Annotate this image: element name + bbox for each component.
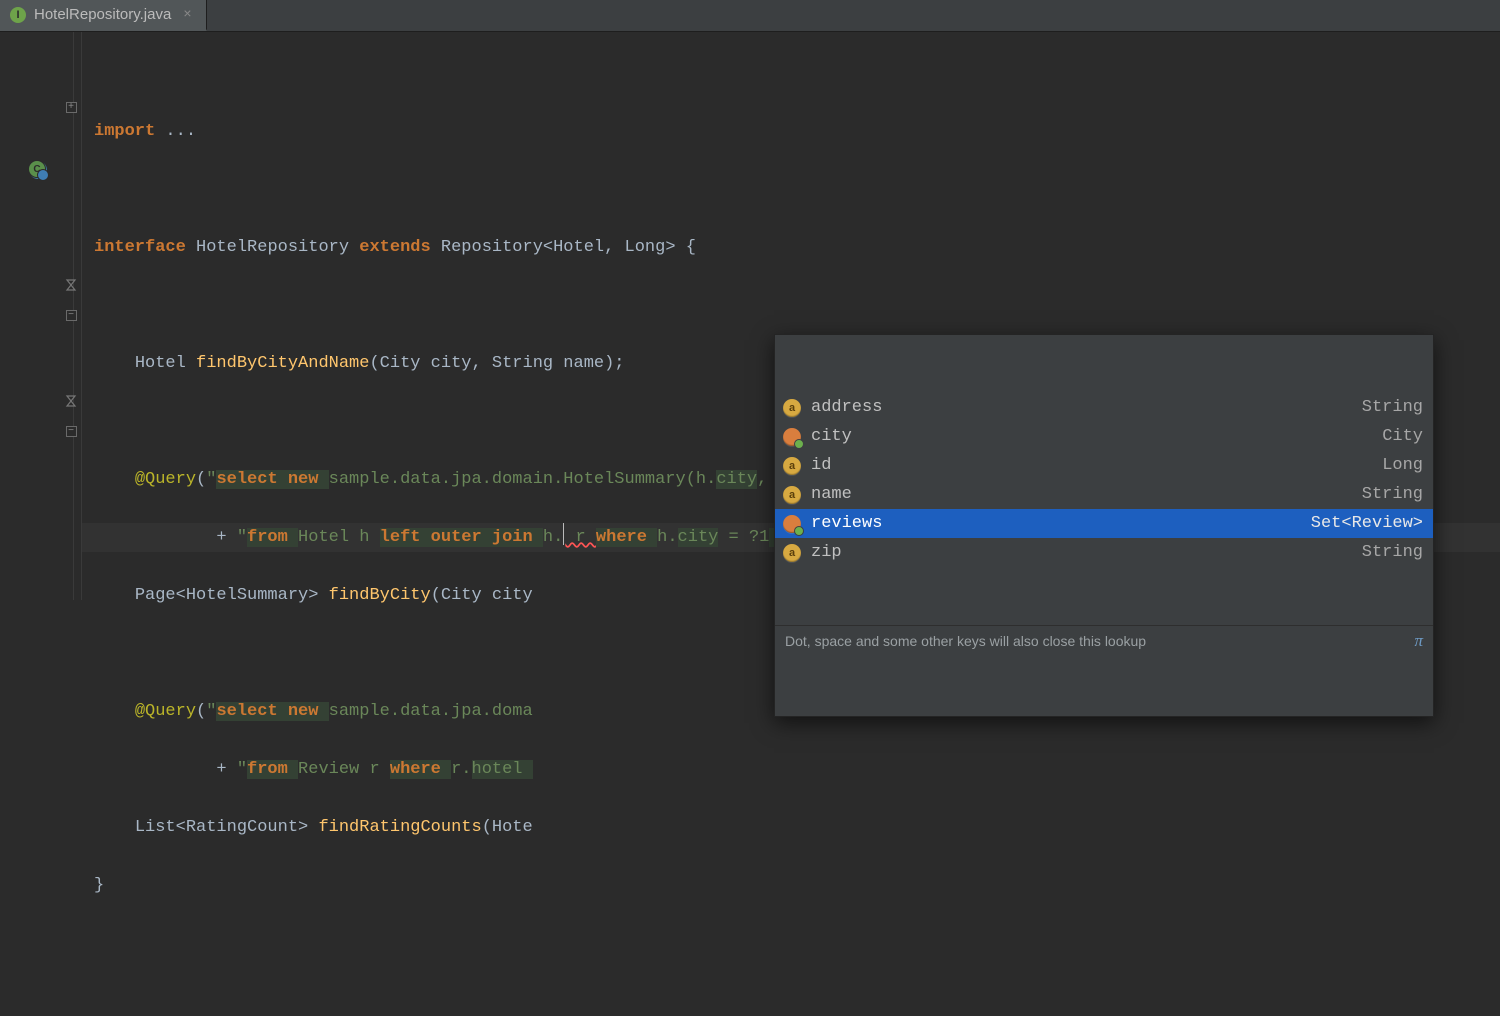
quote: " [237,528,247,547]
params: (Hote [482,818,533,837]
ellipsis: ... [165,122,196,141]
attribute-icon: a [783,544,801,562]
jpql-text: sample.data.jpa.doma [329,702,533,721]
close-brace: } [82,871,1500,900]
close-icon[interactable]: × [183,7,191,23]
tab-filename: HotelRepository.java [34,6,171,23]
completion-type: String [1362,480,1423,509]
concat: + [216,760,236,779]
attribute-icon: a [783,399,801,417]
completion-label: city [811,422,852,451]
return-type: List<RatingCount> [135,818,319,837]
jpql-text: r. [451,760,471,779]
concat: + [216,528,236,547]
jpql-text: = ? [718,528,759,547]
completion-label: id [811,451,831,480]
return-type: Page<HotelSummary> [135,586,329,605]
attribute-icon: a [783,486,801,504]
method-name: findByCityAndName [196,354,369,373]
jpql-text: sample.data.jpa.domain.HotelSummary(h. [329,470,717,489]
hint-text: Dot, space and some other keys will also… [785,633,1146,649]
code-area[interactable]: import ... interface HotelRepository ext… [82,32,1500,600]
completion-type: City [1382,422,1423,451]
interface-keyword: interface [94,238,196,257]
completion-item-address[interactable]: a address String [775,393,1433,422]
autocomplete-popup[interactable]: aaddressStringcityCityaidLonganameString… [774,334,1434,717]
completion-label: name [811,480,852,509]
completion-type: String [1362,538,1423,567]
jpql-select: select new [216,702,328,721]
interface-icon: I [10,7,26,23]
completion-label: reviews [811,509,882,538]
attribute-icon: a [783,457,801,475]
return-type: Hotel [135,354,196,373]
field-icon [783,428,801,446]
interface-name: HotelRepository [196,238,359,257]
method-name: findRatingCounts [318,818,481,837]
override-icon[interactable] [62,276,80,294]
fold-collapse-icon[interactable]: − [62,306,80,324]
fold-collapse-icon[interactable]: − [62,422,80,440]
paren: ( [196,470,206,489]
field-icon [783,515,801,533]
jpql-field: city [716,470,757,489]
jpql-text: Hotel h [298,528,380,547]
params: (City city [431,586,533,605]
file-tab[interactable]: I HotelRepository.java × [0,0,207,31]
completion-type: Set<Review> [1311,509,1423,538]
completion-type: String [1362,393,1423,422]
completion-item-city[interactable]: city City [775,422,1433,451]
completion-item-zip[interactable]: azip String [775,538,1433,567]
completion-item-reviews[interactable]: reviews Set<Review> [775,509,1433,538]
quote: " [237,760,247,779]
popup-hint: Dot, space and some other keys will also… [775,625,1433,658]
jpql-alias: r [565,528,596,547]
params: (City city, String name); [369,354,624,373]
tab-bar: I HotelRepository.java × [0,0,1500,32]
method-name: findByCity [329,586,431,605]
annotation: @Query [135,470,196,489]
paren: ( [196,702,206,721]
jpql-select: select new [216,470,328,489]
fold-expand-icon[interactable]: + [62,98,80,116]
quote: " [206,470,216,489]
jpql-join: left outer join [380,528,543,547]
jpql-where: where [596,528,657,547]
jpql-text: h. [657,528,677,547]
annotation: @Query [135,702,196,721]
jpql-from: from [247,528,298,547]
import-keyword: import [94,122,165,141]
completion-item-id[interactable]: aid Long [775,451,1433,480]
jpql-param: 1 [759,528,769,547]
completion-item-name[interactable]: aname String [775,480,1433,509]
editor[interactable]: C + − − import ... interface HotelReposi… [0,32,1500,600]
completion-type: Long [1382,451,1423,480]
pi-icon: π [1414,631,1423,651]
jpql-text: h. [543,528,563,547]
quote: " [206,702,216,721]
override-icon[interactable] [62,392,80,410]
super-type: Repository<Hotel, Long> { [441,238,696,257]
jpql-field: city [678,528,719,547]
class-gutter-icon: C [28,160,46,178]
gutter: C + − − [0,32,82,600]
jpql-text: Review r [298,760,390,779]
jpql-where: where [390,760,451,779]
completion-label: zip [811,538,842,567]
completion-label: address [811,393,882,422]
extends-keyword: extends [359,238,441,257]
jpql-from: from [247,760,298,779]
jpql-field: hotel [472,760,533,779]
